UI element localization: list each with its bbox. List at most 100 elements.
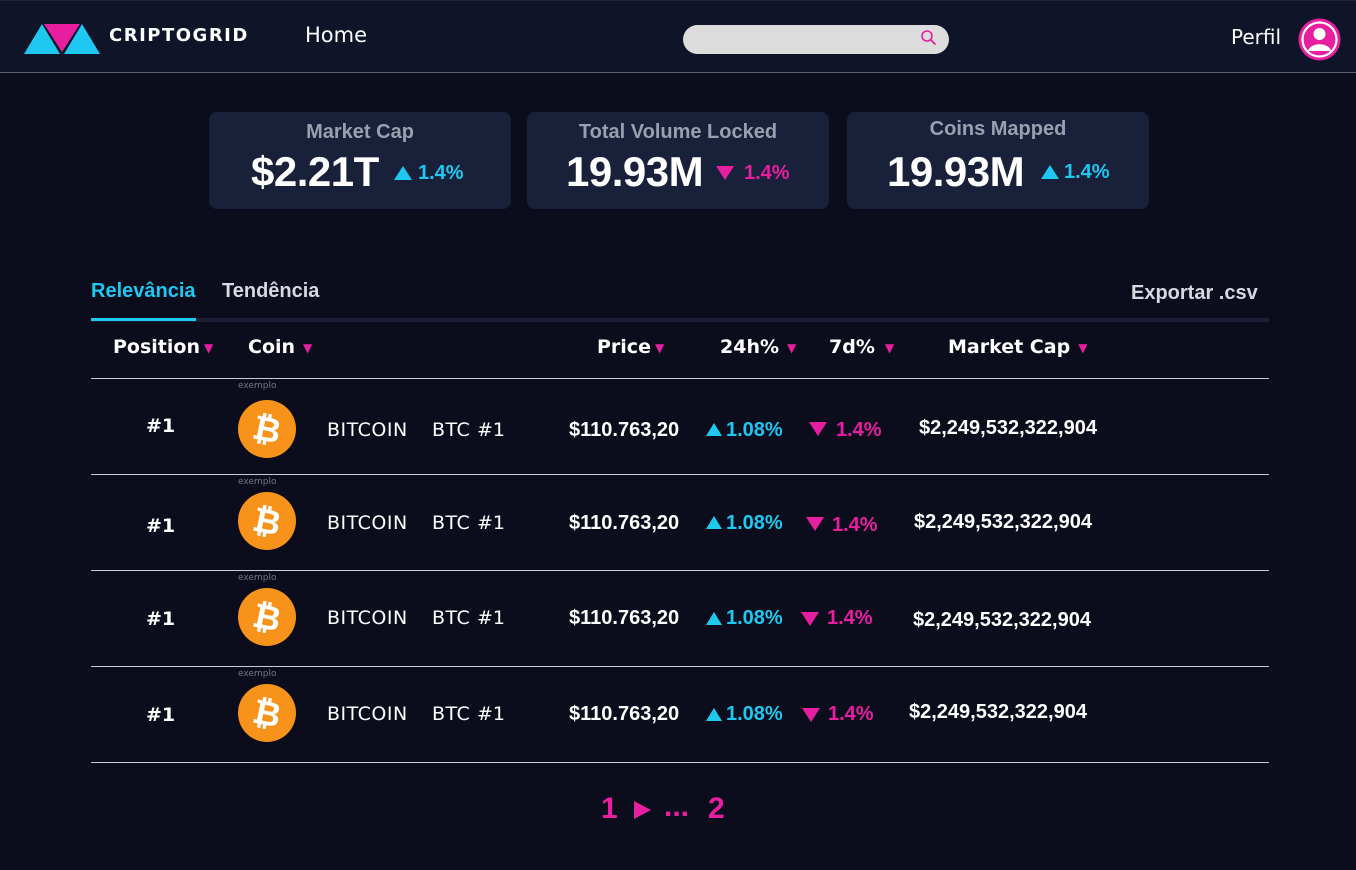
top-bar: CRIPTOGRID Home Perfil [0, 0, 1356, 73]
column-header-price[interactable]: Price ▼ [597, 336, 664, 358]
triangle-up-icon [706, 423, 722, 436]
triangle-down-icon [802, 708, 820, 722]
tabs-divider [91, 318, 1269, 322]
criptogrid-logo-icon[interactable] [24, 22, 100, 54]
row-position: #1 [146, 608, 176, 630]
sort-caret-icon: ▼ [1078, 340, 1088, 355]
stat-card-total-volume-locked: Total Volume Locked 19.93M 1.4% [527, 112, 829, 209]
table-row[interactable]: #1 exemplo ₿ BITCOIN BTC #1 $110.763,20 … [91, 475, 1269, 571]
triangle-up-icon [706, 708, 722, 721]
triangle-down-icon [801, 612, 819, 626]
column-header-label: 7d% [829, 336, 875, 358]
change-7d: 1.4% [836, 419, 882, 441]
example-tag: exemplo [238, 573, 277, 583]
export-csv-button[interactable]: Exportar .csv [1131, 282, 1258, 305]
stat-change: 1.4% [744, 162, 790, 184]
column-header-position[interactable]: Position ▼ [113, 336, 213, 358]
example-tag: exemplo [238, 669, 277, 679]
sort-caret-icon: ▼ [303, 340, 313, 355]
triangle-up-icon [706, 516, 722, 529]
example-tag: exemplo [238, 477, 277, 487]
coin-price: $110.763,20 [569, 512, 680, 534]
tab-relevance[interactable]: Relevância [91, 280, 196, 303]
coin-rank: #1 [477, 607, 506, 629]
stat-change: 1.4% [418, 162, 464, 184]
brand-name: CRIPTOGRID [109, 25, 249, 46]
search-input[interactable] [695, 29, 915, 50]
coin-name[interactable]: BITCOIN [327, 512, 408, 534]
stat-card-market-cap: Market Cap $2.21T 1.4% [209, 112, 511, 209]
sort-caret-icon: ▼ [203, 340, 214, 355]
stat-label: Coins Mapped [929, 118, 1067, 140]
column-header-24h[interactable]: 24h% ▼ [720, 336, 796, 358]
column-header-label: 24h% [720, 336, 780, 358]
change-24h: 1.08% [726, 703, 783, 725]
coin-name[interactable]: BITCOIN [327, 419, 408, 441]
column-header-label: Market Cap [948, 336, 1071, 358]
change-7d: 1.4% [832, 514, 878, 536]
column-header-label: Coin [248, 336, 296, 358]
coin-symbol: BTC [432, 419, 471, 441]
row-position: #1 [146, 415, 176, 437]
page-2-link[interactable]: 2 [708, 792, 725, 826]
pagination-ellipsis: ... [664, 790, 690, 823]
triangle-up-icon [394, 166, 412, 180]
user-avatar-icon[interactable] [1298, 18, 1341, 61]
market-cap-value: $2,249,532,322,904 [909, 701, 1087, 723]
coin-price: $110.763,20 [569, 419, 680, 441]
play-arrow-icon[interactable] [634, 801, 651, 819]
bitcoin-icon: ₿ [238, 588, 296, 646]
stat-label: Total Volume Locked [578, 121, 778, 143]
change-24h: 1.08% [726, 607, 783, 629]
change-7d: 1.4% [827, 607, 873, 629]
coin-name[interactable]: BITCOIN [327, 703, 408, 725]
stat-value: 19.93M [887, 148, 1025, 195]
bitcoin-icon: ₿ [238, 492, 296, 550]
coin-name[interactable]: BITCOIN [327, 607, 408, 629]
stat-value: 19.93M [566, 148, 704, 195]
stat-value: $2.21T [251, 148, 379, 195]
stat-change: 1.4% [1064, 161, 1110, 183]
coin-symbol: BTC [432, 703, 471, 725]
stat-card-coins-mapped: Coins Mapped 19.93M 1.4% [847, 112, 1149, 209]
row-position: #1 [146, 704, 176, 726]
row-position: #1 [146, 515, 176, 537]
table-row[interactable]: #1 exemplo ₿ BITCOIN BTC #1 $110.763,20 … [91, 667, 1269, 763]
table-row[interactable]: #1 exemplo ₿ BITCOIN BTC #1 $110.763,20 … [91, 571, 1269, 667]
coin-price: $110.763,20 [569, 703, 680, 725]
page-1-link[interactable]: 1 [601, 792, 618, 826]
sort-caret-icon: ▼ [654, 340, 665, 355]
profile-label[interactable]: Perfil [1231, 25, 1281, 49]
nav-home-link[interactable]: Home [305, 23, 367, 47]
coin-rank: #1 [477, 419, 506, 441]
coin-rank: #1 [477, 512, 506, 534]
search-bar[interactable] [683, 25, 949, 54]
stat-label: Market Cap [306, 121, 414, 143]
search-icon[interactable] [920, 29, 938, 47]
change-7d: 1.4% [828, 703, 874, 725]
coin-rank: #1 [477, 703, 506, 725]
table-row[interactable]: #1 exemplo ₿ BITCOIN BTC #1 $110.763,20 … [91, 379, 1269, 475]
change-24h: 1.08% [726, 419, 783, 441]
example-tag: exemplo [238, 381, 277, 391]
column-header-market-cap[interactable]: Market Cap ▼ [948, 336, 1087, 358]
coin-symbol: BTC [432, 607, 471, 629]
sort-caret-icon: ▼ [884, 340, 895, 355]
triangle-down-icon [806, 517, 824, 531]
active-tab-indicator [91, 318, 196, 321]
market-cap-value: $2,249,532,322,904 [914, 511, 1092, 533]
triangle-down-icon [716, 166, 734, 180]
column-header-7d[interactable]: 7d% ▼ [829, 336, 894, 358]
coin-price: $110.763,20 [569, 607, 680, 629]
tab-trend[interactable]: Tendência [222, 280, 319, 303]
column-header-label: Position [113, 336, 200, 358]
column-header-coin[interactable]: Coin ▼ [248, 336, 312, 358]
sort-caret-icon: ▼ [787, 340, 797, 355]
column-header-label: Price [597, 336, 651, 358]
coin-symbol: BTC [432, 512, 471, 534]
triangle-down-icon [809, 422, 827, 436]
market-cap-value: $2,249,532,322,904 [919, 417, 1097, 439]
market-cap-value: $2,249,532,322,904 [913, 609, 1091, 631]
triangle-up-icon [706, 612, 722, 625]
bitcoin-icon: ₿ [238, 400, 296, 458]
